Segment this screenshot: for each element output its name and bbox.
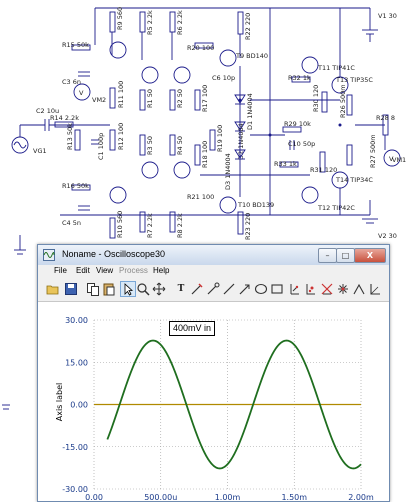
angle-icon[interactable] [352, 282, 366, 296]
label-r16: R16 50k [62, 182, 89, 190]
open-folder-icon[interactable] [46, 282, 60, 296]
label-r28: R28 8 [376, 114, 395, 122]
label-vg1: VG1 [33, 147, 47, 155]
y-tick-label: 30.00 [65, 316, 88, 325]
label-c1: C1 100p [97, 133, 105, 160]
label-r12: R12 100 [117, 123, 125, 150]
label-r21: R21 100 [187, 193, 214, 201]
ellipse-icon[interactable] [254, 282, 268, 296]
menu-bar: File Edit View Process Help [38, 265, 389, 279]
menu-help[interactable]: Help [153, 266, 169, 275]
text-icon[interactable]: T [174, 282, 188, 296]
maximize-button[interactable]: □ [336, 248, 355, 263]
label-t14: T14 TIP34C [335, 176, 373, 184]
probe-icon[interactable] [190, 282, 204, 296]
label-t10: T10 BD139 [237, 201, 274, 209]
arrow-icon[interactable] [238, 282, 252, 296]
label-r14: R14 2.2k [50, 114, 79, 122]
y-axis-ticks: 30.0015.000.00-15.00-30.00 [62, 316, 88, 494]
label-r7: R7 2.2k [146, 213, 154, 238]
menu-edit[interactable]: Edit [76, 266, 90, 275]
marker-icon[interactable] [304, 282, 318, 296]
y-axis-label: Axis label [55, 383, 64, 422]
y-tick-label: 15.00 [65, 358, 88, 367]
label-d1: D1 1N4004 [246, 93, 254, 130]
label-r32: R32 1k [288, 74, 311, 82]
label-c10: C10 50p [288, 140, 315, 148]
minimize-button[interactable]: – [318, 248, 337, 263]
label-r31: R31 120 [310, 166, 337, 174]
label-r19: R19 100 [216, 125, 224, 152]
oscilloscope-window[interactable]: Noname - Oscilloscope30 – □ X File Edit … [37, 244, 390, 502]
close-button[interactable]: X [354, 248, 386, 263]
label-r11: R11 100 [117, 81, 125, 108]
pointer-icon[interactable] [120, 281, 136, 297]
label-r26: R26 500m [339, 84, 347, 118]
pan-icon[interactable] [152, 282, 166, 296]
window-titlebar[interactable]: Noname - Oscilloscope30 – □ X [38, 245, 389, 265]
label-r6: R6 2.2k [176, 10, 184, 35]
y-tick-label: -15.00 [62, 443, 88, 452]
label-r22: R22 220 [244, 13, 252, 40]
zoom-icon[interactable] [136, 282, 150, 296]
label-r17: R17 100 [201, 85, 209, 112]
label-c4: C4 5n [62, 219, 81, 227]
copy-icon[interactable] [86, 282, 100, 296]
annotation-label[interactable]: 400mV in [169, 321, 216, 336]
menu-view[interactable]: View [96, 266, 113, 275]
y-tick-label: 0.00 [70, 401, 88, 410]
rectangle-icon[interactable] [270, 282, 284, 296]
cross-icon[interactable] [320, 282, 334, 296]
star-icon[interactable] [336, 282, 350, 296]
label-d3: D3 1N4004 [224, 153, 232, 190]
label-r33: R33 1k [274, 160, 297, 168]
label-t11: T11 TIP41C [317, 64, 355, 72]
label-r3: R3 50 [146, 136, 154, 155]
label-c6: C6 10p [212, 74, 235, 82]
label-r8: R8 2.2k [176, 213, 184, 238]
oscilloscope-plot-area[interactable]: 30.00 15.00 0.00 -15.00 -30.00 0.00 500.00u 1.… [38, 302, 389, 501]
label-v1: V1 30 [378, 12, 397, 20]
label-r13: R13 50k [66, 123, 74, 150]
label-vm1: VM1 [392, 156, 406, 164]
label-r5: R5 2.2k [146, 10, 154, 35]
label-r20: R20 100 [187, 44, 214, 52]
window-title: Noname - Oscilloscope30 [62, 249, 166, 259]
cursor-icon[interactable] [206, 282, 220, 296]
label-r2: R2 50 [176, 89, 184, 108]
label-r9: R9 560 [116, 7, 124, 30]
label-t13: T13 TIP35C [335, 76, 373, 84]
label-r27: R27 500m [369, 134, 377, 168]
corner-icon[interactable] [368, 282, 382, 296]
label-r10: R10 560 [116, 211, 124, 238]
vm2-symbol: V [79, 89, 84, 97]
label-v2: V2 30 [378, 232, 397, 240]
paste-icon[interactable] [102, 282, 116, 296]
label-t9: T9 BD140 [235, 52, 268, 60]
save-icon[interactable] [64, 282, 78, 296]
label-vm2: VM2 [92, 96, 106, 104]
toolbar: T [38, 279, 389, 302]
line-icon[interactable] [222, 282, 236, 296]
label-r4: R4 50 [176, 136, 184, 155]
bracket-icon[interactable] [288, 282, 302, 296]
label-r18: R18 100 [201, 141, 209, 168]
menu-file[interactable]: File [54, 266, 67, 275]
label-r15: R15 50k [62, 41, 89, 49]
app-icon [43, 249, 55, 261]
label-r23: R23 220 [244, 213, 252, 240]
menu-process[interactable]: Process [119, 266, 148, 275]
label-t12: T12 TIP42C [317, 204, 355, 212]
label-r1: R1 50 [146, 89, 154, 108]
label-r30: R30 120 [312, 85, 320, 112]
label-r29: R29 10k [284, 120, 311, 128]
